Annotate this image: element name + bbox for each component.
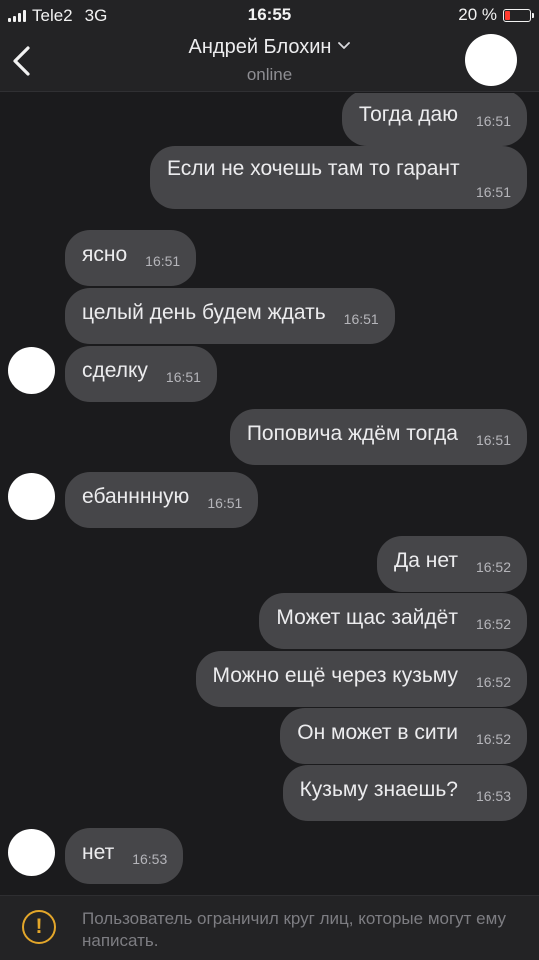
message-text: Можно ещё через кузьму (212, 664, 458, 687)
message-text: Кузьму знаешь? (299, 778, 458, 801)
message-row: Поповича ждём тогда 16:51 (0, 409, 539, 465)
message-list[interactable]: Тогда даю 16:51 Если не хочешь там то гар… (0, 93, 539, 895)
message-bubble-incoming[interactable]: нет 16:53 (65, 828, 184, 884)
battery-percent: 20 % (458, 5, 497, 24)
message-time: 16:51 (343, 311, 379, 327)
battery-icon (503, 8, 534, 22)
message-time: 16:51 (475, 113, 511, 129)
message-bubble-outgoing[interactable]: Он может в сити 16:52 (280, 708, 527, 764)
message-bubble-outgoing[interactable]: Тогда даю 16:51 (341, 93, 527, 146)
message-time: 16:52 (475, 674, 511, 690)
message-bubble-outgoing[interactable]: Кузьму знаешь? 16:53 (282, 765, 527, 821)
message-time: 16:52 (475, 731, 511, 747)
status-bar: Tele2 3G 16:55 20 % (0, 0, 539, 30)
message-bubble-outgoing[interactable]: Поповича ждём тогда 16:51 (229, 409, 527, 465)
message-row: Может щас зайдёт 16:52 (0, 593, 539, 649)
message-bubble-incoming[interactable]: ясно 16:51 (65, 230, 197, 286)
battery-fill (505, 10, 510, 20)
sender-avatar[interactable] (8, 347, 55, 394)
message-bubble-outgoing[interactable]: Можно ещё через кузьму 16:52 (195, 651, 527, 707)
status-right: 20 % (458, 5, 534, 25)
message-time: 16:52 (475, 616, 511, 632)
message-time: 16:51 (145, 253, 181, 269)
message-row: Да нет 16:52 (0, 536, 539, 592)
message-row: целый день будем ждать 16:51 (0, 288, 539, 344)
sender-avatar[interactable] (8, 829, 55, 876)
message-bubble-outgoing[interactable]: Может щас зайдёт 16:52 (259, 593, 527, 649)
message-text: ебанннную (82, 485, 190, 508)
message-text: сделку (82, 359, 148, 382)
message-bubble-incoming[interactable]: целый день будем ждать 16:51 (65, 288, 395, 344)
sender-avatar[interactable] (8, 473, 55, 520)
restriction-notice: Пользователь ограничил круг лиц, которые… (82, 909, 507, 950)
chevron-down-icon (338, 42, 351, 49)
contact-name: Андрей Блохин (188, 36, 332, 58)
message-time: 16:51 (475, 432, 511, 448)
message-time: 16:52 (475, 559, 511, 575)
message-bubble-incoming[interactable]: сделку 16:51 (65, 346, 217, 402)
message-time: 16:51 (475, 184, 511, 200)
restriction-notice-bar: ! Пользователь ограничил круг лиц, котор… (0, 895, 539, 960)
message-bubble-outgoing[interactable]: Да нет 16:52 (377, 536, 527, 592)
message-text: целый день будем ждать (82, 301, 326, 324)
message-time: 16:53 (132, 851, 168, 867)
contact-status: online (246, 65, 293, 84)
message-text: Если не хочешь там то гарант (167, 157, 460, 180)
message-text: Да нет (394, 549, 458, 572)
message-text: Поповича ждём тогда (246, 422, 458, 445)
message-text: Может щас зайдёт (276, 606, 458, 629)
message-row: Кузьму знаешь? 16:53 (0, 765, 539, 821)
contact-avatar[interactable] (465, 34, 517, 86)
message-row: сделку 16:51 (0, 346, 539, 402)
message-row: Если не хочешь там то гарант 16:51 (0, 146, 539, 216)
message-row: ясно 16:51 (0, 230, 539, 286)
message-time: 16:51 (165, 369, 201, 385)
message-row: Тогда даю 16:51 (0, 93, 539, 146)
message-text: Тогда даю (358, 103, 458, 126)
message-text: нет (82, 841, 115, 864)
message-row: нет 16:53 (0, 828, 539, 884)
message-row: Можно ещё через кузьму 16:52 (0, 651, 539, 707)
message-bubble-incoming[interactable]: ебанннную 16:51 (65, 472, 259, 528)
message-bubble-outgoing[interactable]: Если не хочешь там то гарант 16:51 (150, 146, 527, 209)
contact-name-button[interactable]: Андрей Блохин (0, 36, 539, 59)
message-row: ебанннную 16:51 (0, 472, 539, 528)
message-text: Он может в сити (297, 721, 458, 744)
message-row: Он может в сити 16:52 (0, 708, 539, 764)
message-time: 16:51 (207, 495, 243, 511)
chat-header: Андрей Блохин online (0, 30, 539, 92)
message-text: ясно (82, 243, 128, 266)
message-time: 16:53 (475, 788, 511, 804)
warning-icon: ! (22, 910, 56, 944)
